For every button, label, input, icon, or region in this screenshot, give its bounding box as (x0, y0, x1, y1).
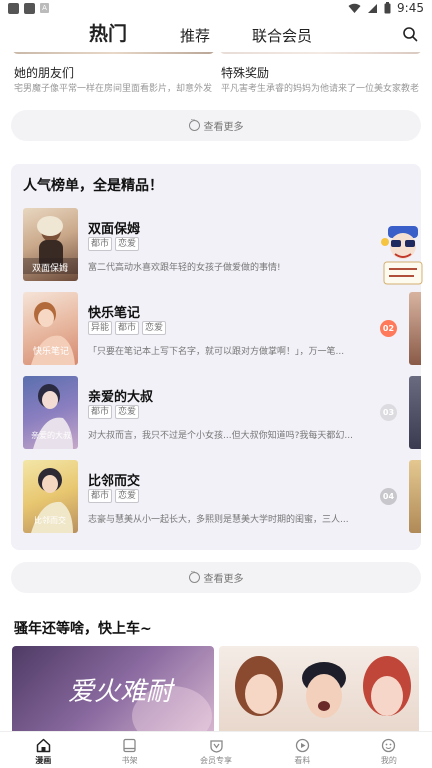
view-more-button[interactable]: 查看更多 (11, 110, 421, 141)
next-cover-peek (409, 460, 421, 533)
comic-cover: 比邻而交 (23, 460, 78, 533)
comic-title: 特殊奖励 (221, 66, 270, 80)
comic-title: 比邻而交 (88, 474, 141, 489)
comic-card[interactable]: 特殊奖励 平凡害考生承睿的妈妈为他请来了一位美女家教老... (219, 42, 422, 98)
comic-description: 宅男魔子像平常一样在房间里面看影片，却意外发... (14, 84, 212, 94)
comic-cover: 双面保姆 (23, 208, 78, 281)
comic-tags: 都市 恋爱 (88, 405, 140, 419)
ranking-item[interactable]: 比邻而交 比邻而交 都市 恋爱 志豪与慧美从小一起长大，多熙则是慧美大学时期的闺… (23, 460, 421, 536)
keyboard-notification-icon: A (40, 3, 49, 13)
tab-recommend[interactable]: 推荐 (180, 25, 210, 46)
more-icon (188, 116, 200, 131)
comic-banner[interactable] (219, 646, 419, 738)
comic-description: 平凡害考生承睿的妈妈为他请来了一位美女家教老... (221, 84, 419, 94)
rank-badge: 02 (380, 320, 397, 337)
comic-description: 「只要在笔记本上写下名字，就可以跟对方做掌啊！」，万一笔... (88, 347, 345, 357)
next-cover-peek (409, 376, 421, 449)
nav-label: 我的 (380, 756, 397, 765)
tag: 恋爱 (115, 489, 140, 503)
tab-joint-membership[interactable]: 联合会员 (252, 25, 312, 46)
tag: 都市 (115, 321, 140, 335)
ranking-panel: 人气榜单，全是精品！ 双面保姆 双面保姆 都市 恋爱 富二代高动水喜欢跟年轻的女… (11, 164, 421, 550)
tag: 异能 (88, 321, 113, 335)
comic-cover: 快乐笔记 (23, 292, 78, 365)
ranking-title: 人气榜单，全是精品！ (23, 178, 163, 194)
tag: 都市 (88, 489, 113, 503)
comic-cover: 亲爱的大叔 (23, 376, 78, 449)
comic-banner[interactable]: 爱火难耐 (12, 646, 214, 738)
nav-item-vip[interactable]: 会员专享 (173, 732, 259, 768)
comic-description: 富二代高动水喜欢跟年轻的女孩子做爱做的事情! (88, 263, 281, 273)
video-icon (295, 738, 310, 753)
comic-tags: 异能 都市 恋爱 (88, 321, 167, 335)
comic-card[interactable]: 她的朋友们 宅男魔子像平常一样在房间里面看影片，却意外发... (12, 42, 215, 98)
ranking-item[interactable]: 快乐笔记 快乐笔记 异能 都市 恋爱 「只要在笔记本上写下名字，就可以跟对方做掌… (23, 292, 421, 368)
view-more-label: 查看更多 (203, 122, 244, 133)
view-more-button[interactable]: 查看更多 (11, 562, 421, 593)
clock: 9:45 (397, 1, 424, 15)
comic-title: 亲爱的大叔 (88, 390, 154, 405)
comic-title: 双面保姆 (88, 222, 141, 237)
next-cover-peek (409, 292, 421, 365)
top-comic-cards: 她的朋友们 宅男魔子像平常一样在房间里面看影片，却意外发... 特殊奖励 平凡害… (12, 42, 422, 98)
comic-tags: 都市 恋爱 (88, 489, 140, 503)
floating-mascot-icon[interactable] (380, 224, 426, 288)
nav-label: 会员专享 (200, 756, 233, 765)
signal-icon (368, 3, 378, 13)
tag: 都市 (88, 237, 113, 251)
status-bar: A 9:45 (0, 0, 432, 16)
rank-badge: 03 (380, 404, 397, 421)
bottom-navigation: 漫画 书架 会员专享 看料 我的 (0, 731, 432, 768)
comic-description: 志豪与慧美从小一起长大，多熙则是慧美大学时期的闺蜜，三人... (88, 515, 349, 525)
app-notification-icon (8, 2, 19, 14)
notification-icons: A (8, 2, 49, 14)
vip-icon (209, 740, 223, 753)
nav-label: 看料 (294, 756, 311, 765)
tag: 都市 (88, 405, 113, 419)
comic-title: 她的朋友们 (14, 66, 75, 80)
nav-label: 书架 (121, 756, 138, 765)
more-icon (188, 568, 200, 583)
bookshelf-icon (123, 738, 136, 753)
nav-item-comics[interactable]: 漫画 (0, 732, 86, 768)
comic-tags: 都市 恋爱 (88, 237, 140, 251)
nav-label: 漫画 (35, 756, 52, 765)
ranking-item[interactable]: 亲爱的大叔 亲爱的大叔 都市 恋爱 对大叔而言，我只不过是个小女孩...但大叔你… (23, 376, 421, 452)
search-icon[interactable] (402, 26, 418, 42)
nav-item-bookshelf[interactable]: 书架 (86, 732, 172, 768)
cover-title-text: 亲爱的大叔 (31, 430, 71, 440)
home-icon (36, 738, 50, 753)
profile-icon (382, 738, 396, 753)
tag: 恋爱 (115, 237, 140, 251)
section-title: 骚年还等啥，快上车~ (14, 621, 152, 637)
comic-title: 快乐笔记 (88, 306, 141, 321)
wifi-icon (348, 3, 361, 13)
comic-description: 对大叔而言，我只不过是个小女孩...但大叔你知道吗?我每天都幻... (88, 431, 353, 441)
banner-title-text: 爱火难耐 (68, 677, 175, 707)
rank-badge: 04 (380, 488, 397, 505)
app-notification-icon (24, 2, 35, 14)
top-tab-bar: 热门 推荐 联合会员 (0, 16, 432, 52)
cover-title-text: 快乐笔记 (33, 345, 69, 357)
cover-title-text: 双面保姆 (32, 262, 68, 274)
nav-item-profile[interactable]: 我的 (346, 732, 432, 768)
tag: 恋爱 (142, 321, 167, 335)
tag: 恋爱 (115, 405, 140, 419)
view-more-label: 查看更多 (203, 574, 244, 585)
battery-icon (384, 2, 391, 14)
app-screen: A 9:45 热门 推荐 联合会员 她的朋友们 宅男魔子像平常一样在房间里面看影… (0, 0, 432, 768)
cover-title-text: 比邻而交 (34, 515, 66, 525)
tab-hot[interactable]: 热门 (89, 19, 127, 46)
ranking-item[interactable]: 双面保姆 双面保姆 都市 恋爱 富二代高动水喜欢跟年轻的女孩子做爱做的事情! (23, 208, 421, 284)
nav-item-video[interactable]: 看料 (259, 732, 345, 768)
